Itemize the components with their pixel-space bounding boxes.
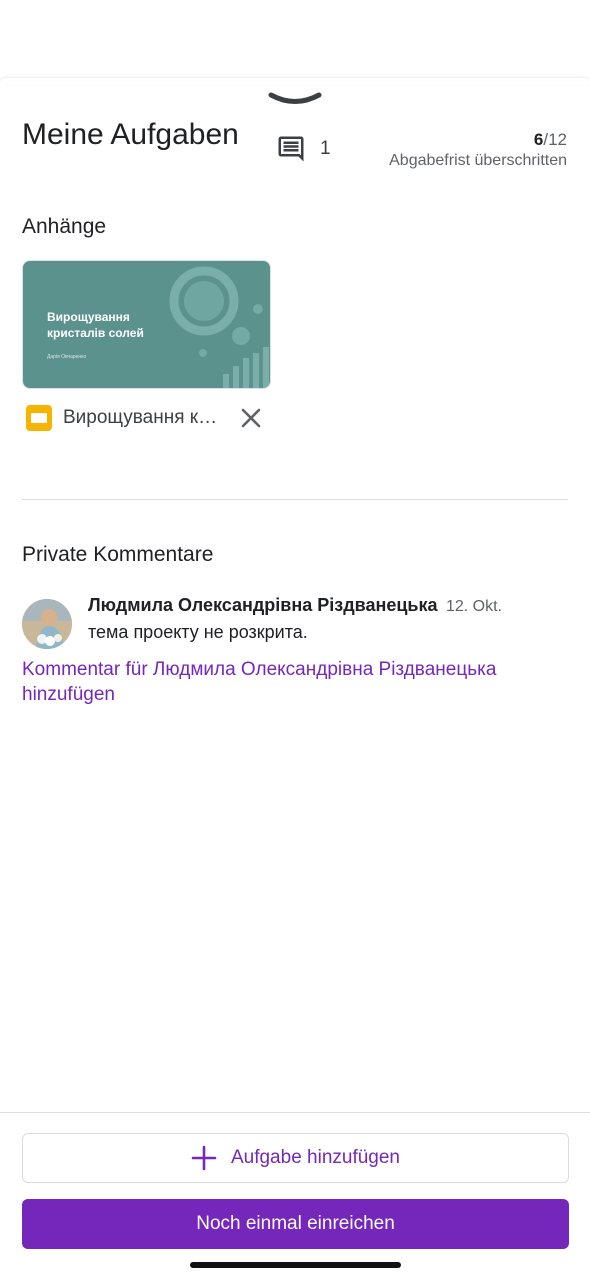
page-title: Meine Aufgaben: [22, 118, 239, 151]
home-indicator[interactable]: [190, 1262, 401, 1268]
add-work-label: Aufgabe hinzufügen: [230, 1147, 401, 1168]
resubmit-button[interactable]: Noch einmal einreichen: [22, 1199, 569, 1249]
attachment-file-row: Вирощування кристалів солей: [26, 402, 271, 434]
comment-author: Людмила Олександрівна Різдванецька: [88, 595, 438, 615]
bottom-divider: [0, 1112, 590, 1113]
grade-total: /12: [543, 130, 567, 149]
section-divider: [22, 499, 568, 500]
comment-icon: [278, 136, 304, 162]
attachments-heading: Anhänge: [22, 215, 107, 238]
private-comments-heading: Private Kommentare: [22, 543, 214, 566]
thumbnail-subtitle: Дарія Овчаренко: [47, 354, 87, 360]
attachment-thumbnail[interactable]: Вирощування кристалів солей Дарія Овчаре…: [22, 260, 271, 389]
comment-header: Людмила Олександрівна Різдванецька 12. O…: [88, 595, 502, 616]
comment-date: 12. Okt.: [445, 598, 502, 615]
comment-text: тема проекту не розкрита.: [88, 622, 308, 642]
grade-value: 6/12: [389, 130, 567, 150]
thumbnail-title: Вирощування кристалів солей: [47, 310, 144, 340]
remove-attachment-icon[interactable]: [239, 406, 263, 430]
bottom-sheet-top: [0, 78, 590, 84]
comment-count-button[interactable]: 1: [276, 134, 331, 164]
grade-earned: 6: [533, 130, 544, 149]
collapse-chevron-icon[interactable]: [268, 90, 322, 108]
add-work-button[interactable]: Aufgabe hinzufügen: [22, 1133, 569, 1183]
comment-count: 1: [320, 138, 331, 159]
status-text: Abgabefrist überschritten: [389, 152, 567, 169]
attachment-file-name[interactable]: Вирощування кристалів солей: [63, 407, 227, 429]
google-slides-icon: [26, 405, 52, 431]
add-private-comment-link[interactable]: Kommentar für Людмила Олександрівна Різд…: [22, 657, 568, 707]
plus-icon: [191, 1145, 217, 1171]
grade-block: 6/12 Abgabefrist überschritten: [389, 130, 567, 170]
avatar: [22, 599, 72, 649]
